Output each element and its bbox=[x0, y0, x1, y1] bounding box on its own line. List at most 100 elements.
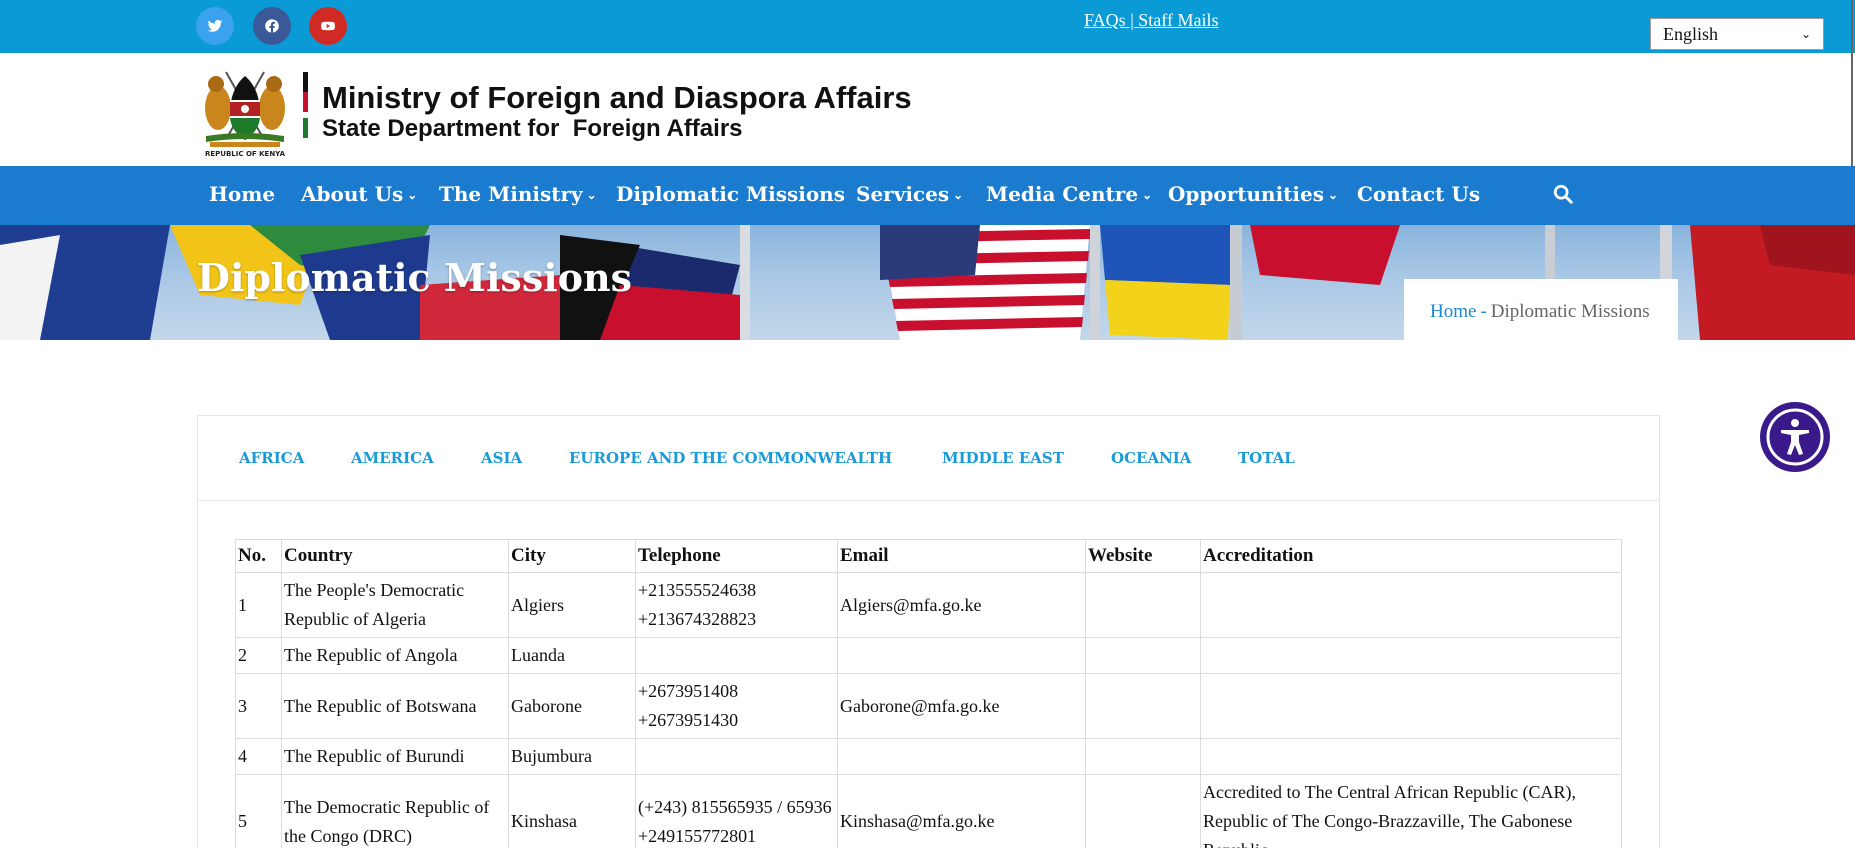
facebook-link[interactable] bbox=[253, 7, 291, 45]
ministry-title: Ministry of Foreign and Diaspora Affairs bbox=[322, 80, 912, 115]
cell-no: 4 bbox=[235, 738, 282, 775]
page-scrollbar[interactable] bbox=[1851, 0, 1853, 180]
faqs-link[interactable]: FAQs bbox=[1084, 10, 1126, 30]
cell-telephone: +2673951408 +2673951430 bbox=[635, 673, 838, 739]
nav-opportunities[interactable]: Opportunities ⌄ bbox=[1168, 182, 1338, 206]
language-select[interactable]: English ⌄ bbox=[1650, 18, 1824, 50]
breadcrumb: Home - Diplomatic Missions bbox=[1404, 279, 1678, 340]
cell-email[interactable]: Gaborone@mfa.go.ke bbox=[837, 673, 1086, 739]
header-no: No. bbox=[235, 539, 282, 573]
page-title: Diplomatic Missions bbox=[197, 255, 633, 300]
chevron-down-icon: ⌄ bbox=[1142, 188, 1153, 202]
cell-city: Algiers bbox=[508, 572, 636, 638]
nav-services[interactable]: Services ⌄ bbox=[856, 182, 963, 206]
cell-accreditation bbox=[1200, 572, 1622, 638]
cell-no: 1 bbox=[235, 572, 282, 638]
header-telephone: Telephone bbox=[635, 539, 838, 573]
twitter-link[interactable] bbox=[196, 7, 234, 45]
chevron-down-icon: ⌄ bbox=[953, 188, 964, 202]
kenya-coat-of-arms-logo: REPUBLIC OF KENYA bbox=[205, 71, 286, 158]
cell-email[interactable]: Kinshasa@mfa.go.ke bbox=[837, 774, 1086, 848]
search-icon[interactable] bbox=[1552, 183, 1574, 205]
nav-opportunities-label: Opportunities bbox=[1168, 182, 1325, 206]
nav-diplomatic-missions[interactable]: Diplomatic Missions bbox=[616, 182, 845, 206]
top-bar: FAQs | Staff Mails English ⌄ bbox=[0, 0, 1855, 53]
facebook-icon bbox=[265, 19, 279, 33]
tab-total[interactable]: TOTAL bbox=[1238, 449, 1295, 467]
cell-country: The Republic of Angola bbox=[281, 637, 509, 674]
cell-telephone bbox=[635, 738, 838, 775]
header-website: Website bbox=[1085, 539, 1201, 573]
breadcrumb-current: Diplomatic Missions bbox=[1490, 301, 1650, 322]
youtube-link[interactable] bbox=[309, 7, 347, 45]
nav-the-ministry[interactable]: The Ministry ⌄ bbox=[439, 182, 597, 206]
tab-africa[interactable]: AFRICA bbox=[239, 449, 304, 467]
cell-country: The Republic of Burundi bbox=[281, 738, 509, 775]
accessibility-button[interactable] bbox=[1760, 402, 1830, 472]
logo-caption: REPUBLIC OF KENYA bbox=[205, 150, 286, 158]
cell-website bbox=[1085, 673, 1201, 739]
cell-accreditation bbox=[1200, 738, 1622, 775]
cell-city: Kinshasa bbox=[508, 774, 636, 848]
cell-country: The People's Democratic Republic of Alge… bbox=[281, 572, 509, 638]
staff-mails-link[interactable]: Staff Mails bbox=[1138, 10, 1218, 30]
nav-contact-us-label: Contact Us bbox=[1357, 182, 1481, 206]
cell-telephone: (+243) 815565935 / 65936 +249155772801 bbox=[635, 774, 838, 848]
table-row: 3 The Republic of Botswana Gaborone +267… bbox=[235, 673, 1622, 739]
cell-website bbox=[1085, 774, 1201, 848]
main-nav: Home About Us ⌄ The Ministry ⌄ Diplomatic … bbox=[0, 166, 1855, 225]
table-row: 5 The Democratic Republic of the Congo (… bbox=[235, 774, 1622, 848]
accessibility-icon bbox=[1766, 408, 1824, 466]
missions-table: No. Country City Telephone Email Website… bbox=[235, 539, 1622, 848]
cell-country: The Republic of Botswana bbox=[281, 673, 509, 739]
nav-about-us[interactable]: About Us ⌄ bbox=[301, 182, 417, 206]
tab-oceania[interactable]: OCEANIA bbox=[1111, 449, 1191, 467]
header-city: City bbox=[508, 539, 636, 573]
breadcrumb-home-link[interactable]: Home bbox=[1430, 301, 1476, 322]
cell-email[interactable] bbox=[837, 637, 1086, 674]
cell-email[interactable] bbox=[837, 738, 1086, 775]
nav-media-centre-label: Media Centre bbox=[986, 182, 1139, 206]
cell-city: Luanda bbox=[508, 637, 636, 674]
chevron-down-icon: ⌄ bbox=[1800, 26, 1811, 41]
cell-accreditation bbox=[1200, 673, 1622, 739]
cell-accreditation bbox=[1200, 637, 1622, 674]
cell-city: Bujumbura bbox=[508, 738, 636, 775]
cell-no: 5 bbox=[235, 774, 282, 848]
cell-email[interactable]: Algiers@mfa.go.ke bbox=[837, 572, 1086, 638]
tab-america[interactable]: AMERICA bbox=[351, 449, 434, 467]
cell-telephone bbox=[635, 637, 838, 674]
nav-contact-us[interactable]: Contact Us bbox=[1357, 182, 1480, 206]
cell-country: The Democratic Republic of the Congo (DR… bbox=[281, 774, 509, 848]
kenya-flag-stripe bbox=[303, 72, 308, 152]
nav-services-label: Services bbox=[856, 182, 950, 206]
table-header-row: No. Country City Telephone Email Website… bbox=[235, 539, 1622, 573]
cell-no: 2 bbox=[235, 637, 282, 674]
table-row: 1 The People's Democratic Republic of Al… bbox=[235, 572, 1622, 638]
tab-asia[interactable]: ASIA bbox=[481, 449, 522, 467]
header-accreditation: Accreditation bbox=[1200, 539, 1622, 573]
cell-accreditation: Accredited to The Central African Republ… bbox=[1200, 774, 1622, 848]
chevron-down-icon: ⌄ bbox=[586, 188, 597, 202]
cell-city: Gaborone bbox=[508, 673, 636, 739]
cell-website bbox=[1085, 637, 1201, 674]
youtube-icon bbox=[321, 21, 335, 31]
nav-the-ministry-label: The Ministry bbox=[439, 182, 583, 206]
cell-website bbox=[1085, 738, 1201, 775]
nav-home[interactable]: Home bbox=[209, 182, 275, 206]
tab-middle-east[interactable]: MIDDLE EAST bbox=[942, 449, 1064, 467]
top-links: FAQs | Staff Mails bbox=[1084, 10, 1218, 31]
header-email: Email bbox=[837, 539, 1086, 573]
ministry-subtitle: State Department for Foreign Affairs bbox=[322, 115, 743, 142]
language-selected-value: English bbox=[1663, 23, 1719, 44]
table-row: 4 The Republic of Burundi Bujumbura bbox=[235, 738, 1622, 775]
cell-telephone: +213555524638 +213674328823 bbox=[635, 572, 838, 638]
tab-europe-and-the-commonwealth[interactable]: EUROPE AND THE COMMONWEALTH bbox=[569, 449, 892, 467]
cell-website bbox=[1085, 572, 1201, 638]
chevron-down-icon: ⌄ bbox=[407, 188, 418, 202]
nav-media-centre[interactable]: Media Centre ⌄ bbox=[986, 182, 1152, 206]
cell-no: 3 bbox=[235, 673, 282, 739]
chevron-down-icon: ⌄ bbox=[1328, 188, 1339, 202]
nav-about-us-label: About Us bbox=[301, 182, 404, 206]
breadcrumb-separator: - bbox=[1480, 301, 1487, 322]
